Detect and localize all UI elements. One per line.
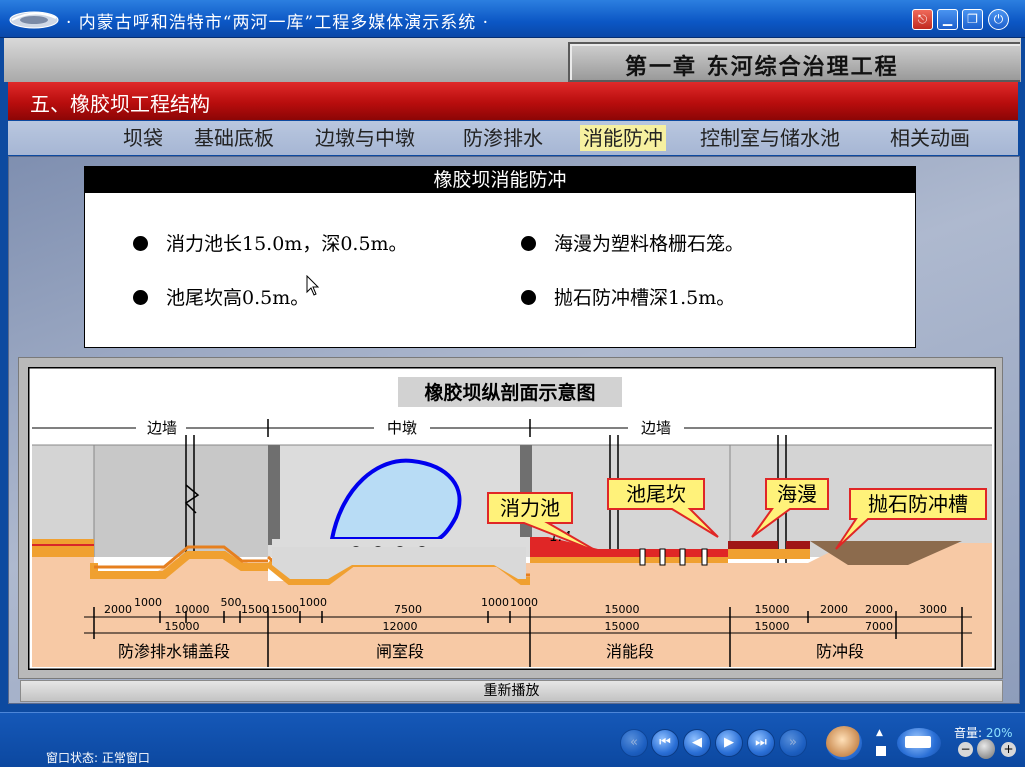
window-title: · 内蒙古呼和浩特市“两河一库”工程多媒体演示系统 · [66, 13, 489, 33]
wall-label-center: 中墩 [387, 419, 417, 437]
chapter-title-box: 第一章 东河综合治理工程 [568, 42, 1020, 82]
exit-program-button[interactable]: ⎋ [912, 9, 933, 30]
bullet-text: 池尾坎高0.5m。 [166, 287, 310, 309]
left-arrow-icon: ◀ [692, 735, 702, 750]
double-right-arrow-icon: » [789, 735, 797, 750]
dim-top-label: 1500 [271, 603, 299, 616]
tab-control-room-and-tank[interactable]: 控制室与储水池 [697, 125, 843, 151]
diagram-title: 橡胶坝纵剖面示意图 [424, 381, 595, 404]
double-left-arrow-icon: « [630, 735, 638, 750]
info-heading: 橡胶坝消能防冲 [85, 167, 915, 193]
dim-bottom-label: 15000 [605, 620, 640, 633]
dim-top-label: 3000 [919, 603, 947, 616]
tab-seepage-drainage[interactable]: 防渗排水 [460, 125, 546, 151]
segment-label: 防渗排水铺盖段 [118, 642, 230, 661]
last-page-button[interactable]: » [779, 729, 807, 757]
svg-text:消力池: 消力池 [500, 496, 560, 520]
wall-label-left: 边墙 [147, 419, 177, 437]
skip-back-icon: ⏮ [659, 735, 671, 750]
segment-label: 消能段 [606, 642, 654, 661]
minimize-button[interactable]: ▁ [937, 9, 958, 30]
presenter-avatar-button[interactable] [826, 726, 862, 760]
dim-bottom-label: 15000 [165, 620, 200, 633]
exit-system-button[interactable] [897, 728, 941, 758]
bullet-dot-icon [521, 290, 536, 305]
status-bar: 窗口状态: 正常窗口 [0, 712, 1025, 767]
first-page-button[interactable]: « [620, 729, 648, 757]
dim-top-label: 500 [221, 596, 242, 609]
tab-energy-dissipation[interactable]: 消能防冲 [580, 125, 666, 151]
dim-top-label: 1000 [299, 596, 327, 609]
small-up-icon[interactable]: ▲ [876, 728, 886, 738]
dim-top-label: 1500 [241, 603, 269, 616]
back-button[interactable]: ◀ [683, 729, 711, 757]
app-logo-icon [9, 11, 59, 29]
dim-top-label: 2000 [104, 603, 132, 616]
dim-top-label: 7500 [394, 603, 422, 616]
dim-top-label: 1000 [510, 596, 538, 609]
bullet-dot-icon [521, 236, 536, 251]
dim-top-label: 15000 [755, 603, 790, 616]
volume-knob-icon[interactable] [977, 739, 995, 759]
dim-top-label: 2000 [820, 603, 848, 616]
volume-value: 20% [985, 726, 1013, 740]
next-page-button[interactable]: ⏭ [747, 729, 775, 757]
wall-label-right: 边墙 [641, 419, 671, 437]
info-bullet: 池尾坎高0.5m。 [133, 283, 309, 310]
minus-icon: − [960, 742, 971, 756]
tab-related-animation[interactable]: 相关动画 [887, 125, 973, 151]
replay-button[interactable]: 重新播放 [20, 680, 1003, 702]
mouse-cursor-icon [306, 275, 320, 296]
power-button[interactable]: ⏻ [988, 9, 1009, 30]
small-stop-icon[interactable] [876, 746, 886, 756]
tab-bar: 坝袋 基础底板 边墩与中墩 防渗排水 消能防冲 控制室与储水池 相关动画 [8, 121, 1018, 155]
dim-top-label: 1000 [481, 596, 509, 609]
right-arrow-icon: ▶ [724, 735, 734, 750]
forward-button[interactable]: ▶ [715, 729, 743, 757]
section-bar: 五、橡胶坝工程结构 [8, 82, 1018, 120]
volume-text: 音量: [954, 726, 983, 740]
svg-text:池尾坎: 池尾坎 [626, 482, 686, 506]
dim-bottom-label: 12000 [383, 620, 418, 633]
bullet-text: 海漫为塑料格栅石笼。 [554, 233, 745, 255]
restore-icon: ❐ [967, 12, 978, 26]
restore-button[interactable]: ❐ [962, 9, 983, 30]
power-icon: ⏻ [993, 12, 1004, 26]
minimize-icon: ▁ [942, 12, 953, 26]
volume-up-button[interactable]: + [1001, 742, 1016, 757]
svg-text:抛石防冲槽: 抛石防冲槽 [868, 492, 968, 516]
dim-top-label: 1000 [134, 596, 162, 609]
dim-bottom-label: 15000 [755, 620, 790, 633]
exit-icon: ⎋ [917, 12, 928, 26]
segment-label: 闸室段 [376, 642, 424, 661]
tab-side-and-center-piers[interactable]: 边墩与中墩 [312, 125, 418, 151]
prev-page-button[interactable]: ⏮ [651, 729, 679, 757]
section-title: 五、橡胶坝工程结构 [30, 92, 210, 116]
dim-top-label: 2000 [865, 603, 893, 616]
info-bullet: 消力池长15.0m，深0.5m。 [133, 229, 408, 256]
dam-longitudinal-section-diagram: 橡胶坝纵剖面示意图 边墙 中墩 边墙 消力池 池尾坎 海漫 抛石防冲槽 2000… [28, 367, 996, 670]
dim-bottom-label: 7000 [865, 620, 893, 633]
bullet-text: 消力池长15.0m，深0.5m。 [166, 233, 408, 255]
segment-label: 防冲段 [816, 642, 864, 661]
chapter-title: 第一章 东河综合治理工程 [625, 54, 899, 80]
bullet-text: 抛石防冲槽深1.5m。 [554, 287, 736, 309]
bullet-dot-icon [133, 236, 148, 251]
title-bar: · 内蒙古呼和浩特市“两河一库”工程多媒体演示系统 · ⎋ ▁ ❐ ⏻ [0, 0, 1025, 38]
train-icon [905, 736, 931, 748]
plus-icon: + [1003, 742, 1014, 756]
skip-forward-icon: ⏭ [755, 735, 767, 750]
bullet-dot-icon [133, 290, 148, 305]
dim-top-label: 15000 [605, 603, 640, 616]
info-bullet: 海漫为塑料格栅石笼。 [521, 229, 744, 256]
tab-dam-bag[interactable]: 坝袋 [120, 125, 166, 151]
tab-foundation-slab[interactable]: 基础底板 [191, 125, 277, 151]
svg-text:海漫: 海漫 [777, 482, 817, 506]
info-bullet: 抛石防冲槽深1.5m。 [521, 283, 735, 310]
volume-down-button[interactable]: − [958, 742, 973, 757]
info-box: 橡胶坝消能防冲 消力池长15.0m，深0.5m。 海漫为塑料格栅石笼。 池尾坎高… [84, 166, 916, 348]
window-status-text: 窗口状态: 正常窗口 [46, 751, 150, 765]
dim-top-label: 10000 [175, 603, 210, 616]
